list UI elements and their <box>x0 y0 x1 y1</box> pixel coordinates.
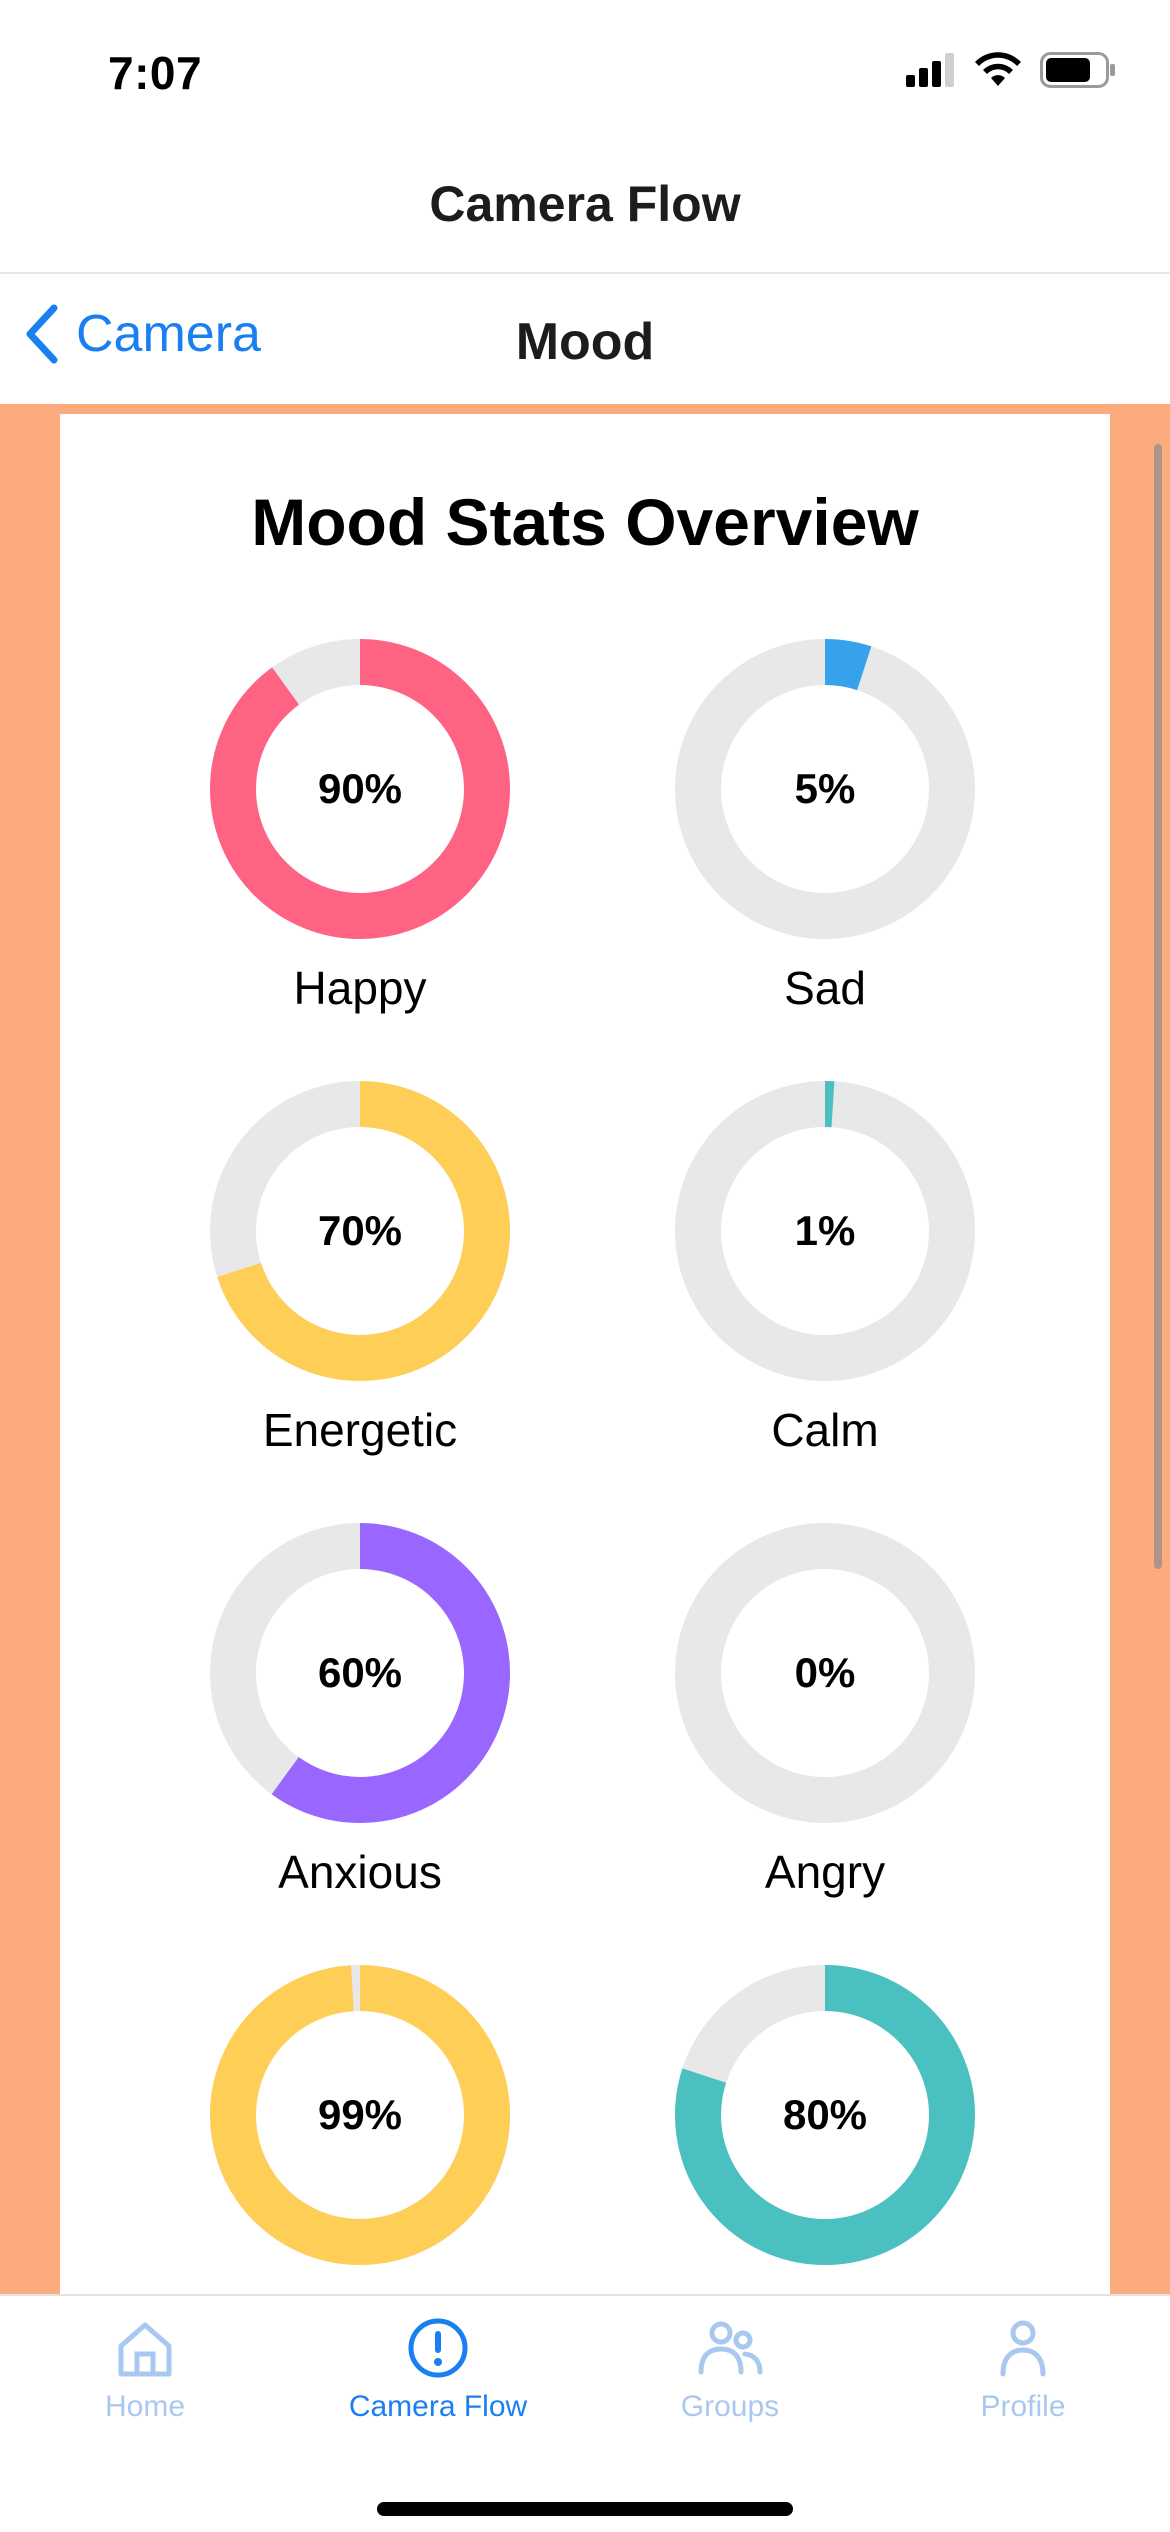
tab-home-label: Home <box>104 2390 186 2423</box>
tab-camera-flow-label: Camera Flow <box>348 2390 528 2423</box>
battery-icon <box>1040 52 1115 88</box>
mood-ring-chart: 60% <box>210 1523 510 1823</box>
mood-label: Sad <box>784 962 866 1014</box>
mood-ring-chart: 5% <box>675 639 975 939</box>
navigation-bar: Camera Mood <box>0 274 1170 404</box>
status-bar: 7:07 <box>0 0 1170 130</box>
tab-profile-label: Profile <box>980 2390 1066 2423</box>
home-icon <box>118 2322 172 2377</box>
mood-percentage: 70% <box>317 1207 403 1254</box>
mood-percentage: 0% <box>794 1649 856 1696</box>
mood-stat-item: 5% Sad <box>665 639 985 1015</box>
tab-camera-flow[interactable]: Camera Flow <box>318 2316 558 2466</box>
mood-stat-item: 99% <box>200 1965 520 2287</box>
mood-percentage: 80% <box>782 2091 868 2138</box>
phone-screen: 7:07 Camera Flow Camera Mood Mood Stats … <box>0 0 1170 2532</box>
mood-ring-chart: 1% <box>675 1081 975 1381</box>
mood-percentage: 60% <box>317 1649 403 1696</box>
home-indicator <box>377 2502 793 2516</box>
status-icons <box>906 52 1116 88</box>
cellular-signal-icon <box>906 53 954 87</box>
mood-ring-chart: 80% <box>675 1965 975 2265</box>
card-title: Mood Stats Overview <box>251 485 919 559</box>
mood-ring-chart: 90% <box>210 639 510 939</box>
tab-bar: Home Camera Flow Groups Profile <box>0 2294 1170 2532</box>
wifi-icon <box>975 52 1021 86</box>
mood-label: Anxious <box>278 1846 442 1898</box>
content-area[interactable]: Mood Stats Overview 90% Happy 5% Sad 70% Ener… <box>0 404 1170 2294</box>
scroll-indicator[interactable] <box>1154 444 1162 1569</box>
mood-ring-chart: 99% <box>210 1965 510 2265</box>
mood-stat-item: 0% Angry <box>665 1523 985 1899</box>
tab-groups-label: Groups <box>680 2390 780 2423</box>
app-header: Camera Flow <box>0 130 1170 274</box>
groups-icon <box>698 2321 763 2375</box>
nav-title: Mood <box>515 313 655 371</box>
mood-percentage: 90% <box>317 765 403 812</box>
alert-circle-icon <box>408 2318 468 2378</box>
app-title: Camera Flow <box>429 176 741 232</box>
profile-icon <box>1000 2320 1046 2377</box>
mood-stat-item: 90% Happy <box>200 639 520 1015</box>
mood-ring-chart: 0% <box>675 1523 975 1823</box>
mood-stat-item: 70% Energetic <box>200 1081 520 1457</box>
tab-groups[interactable]: Groups <box>610 2316 850 2466</box>
tab-home[interactable]: Home <box>25 2316 265 2466</box>
mood-label: Energetic <box>262 1404 458 1456</box>
tab-profile[interactable]: Profile <box>903 2316 1143 2466</box>
mood-percentage: 1% <box>794 1207 856 1254</box>
mood-stat-item: 60% Anxious <box>200 1523 520 1899</box>
mood-percentage: 5% <box>794 765 856 812</box>
mood-stats-card: Mood Stats Overview 90% Happy 5% Sad 70% Ener… <box>60 414 1110 2294</box>
mood-stat-item: 80% <box>665 1965 985 2287</box>
mood-stat-item: 1% Calm <box>665 1081 985 1457</box>
mood-label: Calm <box>771 1404 879 1456</box>
mood-ring-chart: 70% <box>210 1081 510 1381</box>
mood-percentage: 99% <box>317 2091 403 2138</box>
mood-label: Angry <box>764 1846 886 1898</box>
status-time: 7:07 <box>108 47 203 99</box>
mood-label: Happy <box>293 962 427 1014</box>
